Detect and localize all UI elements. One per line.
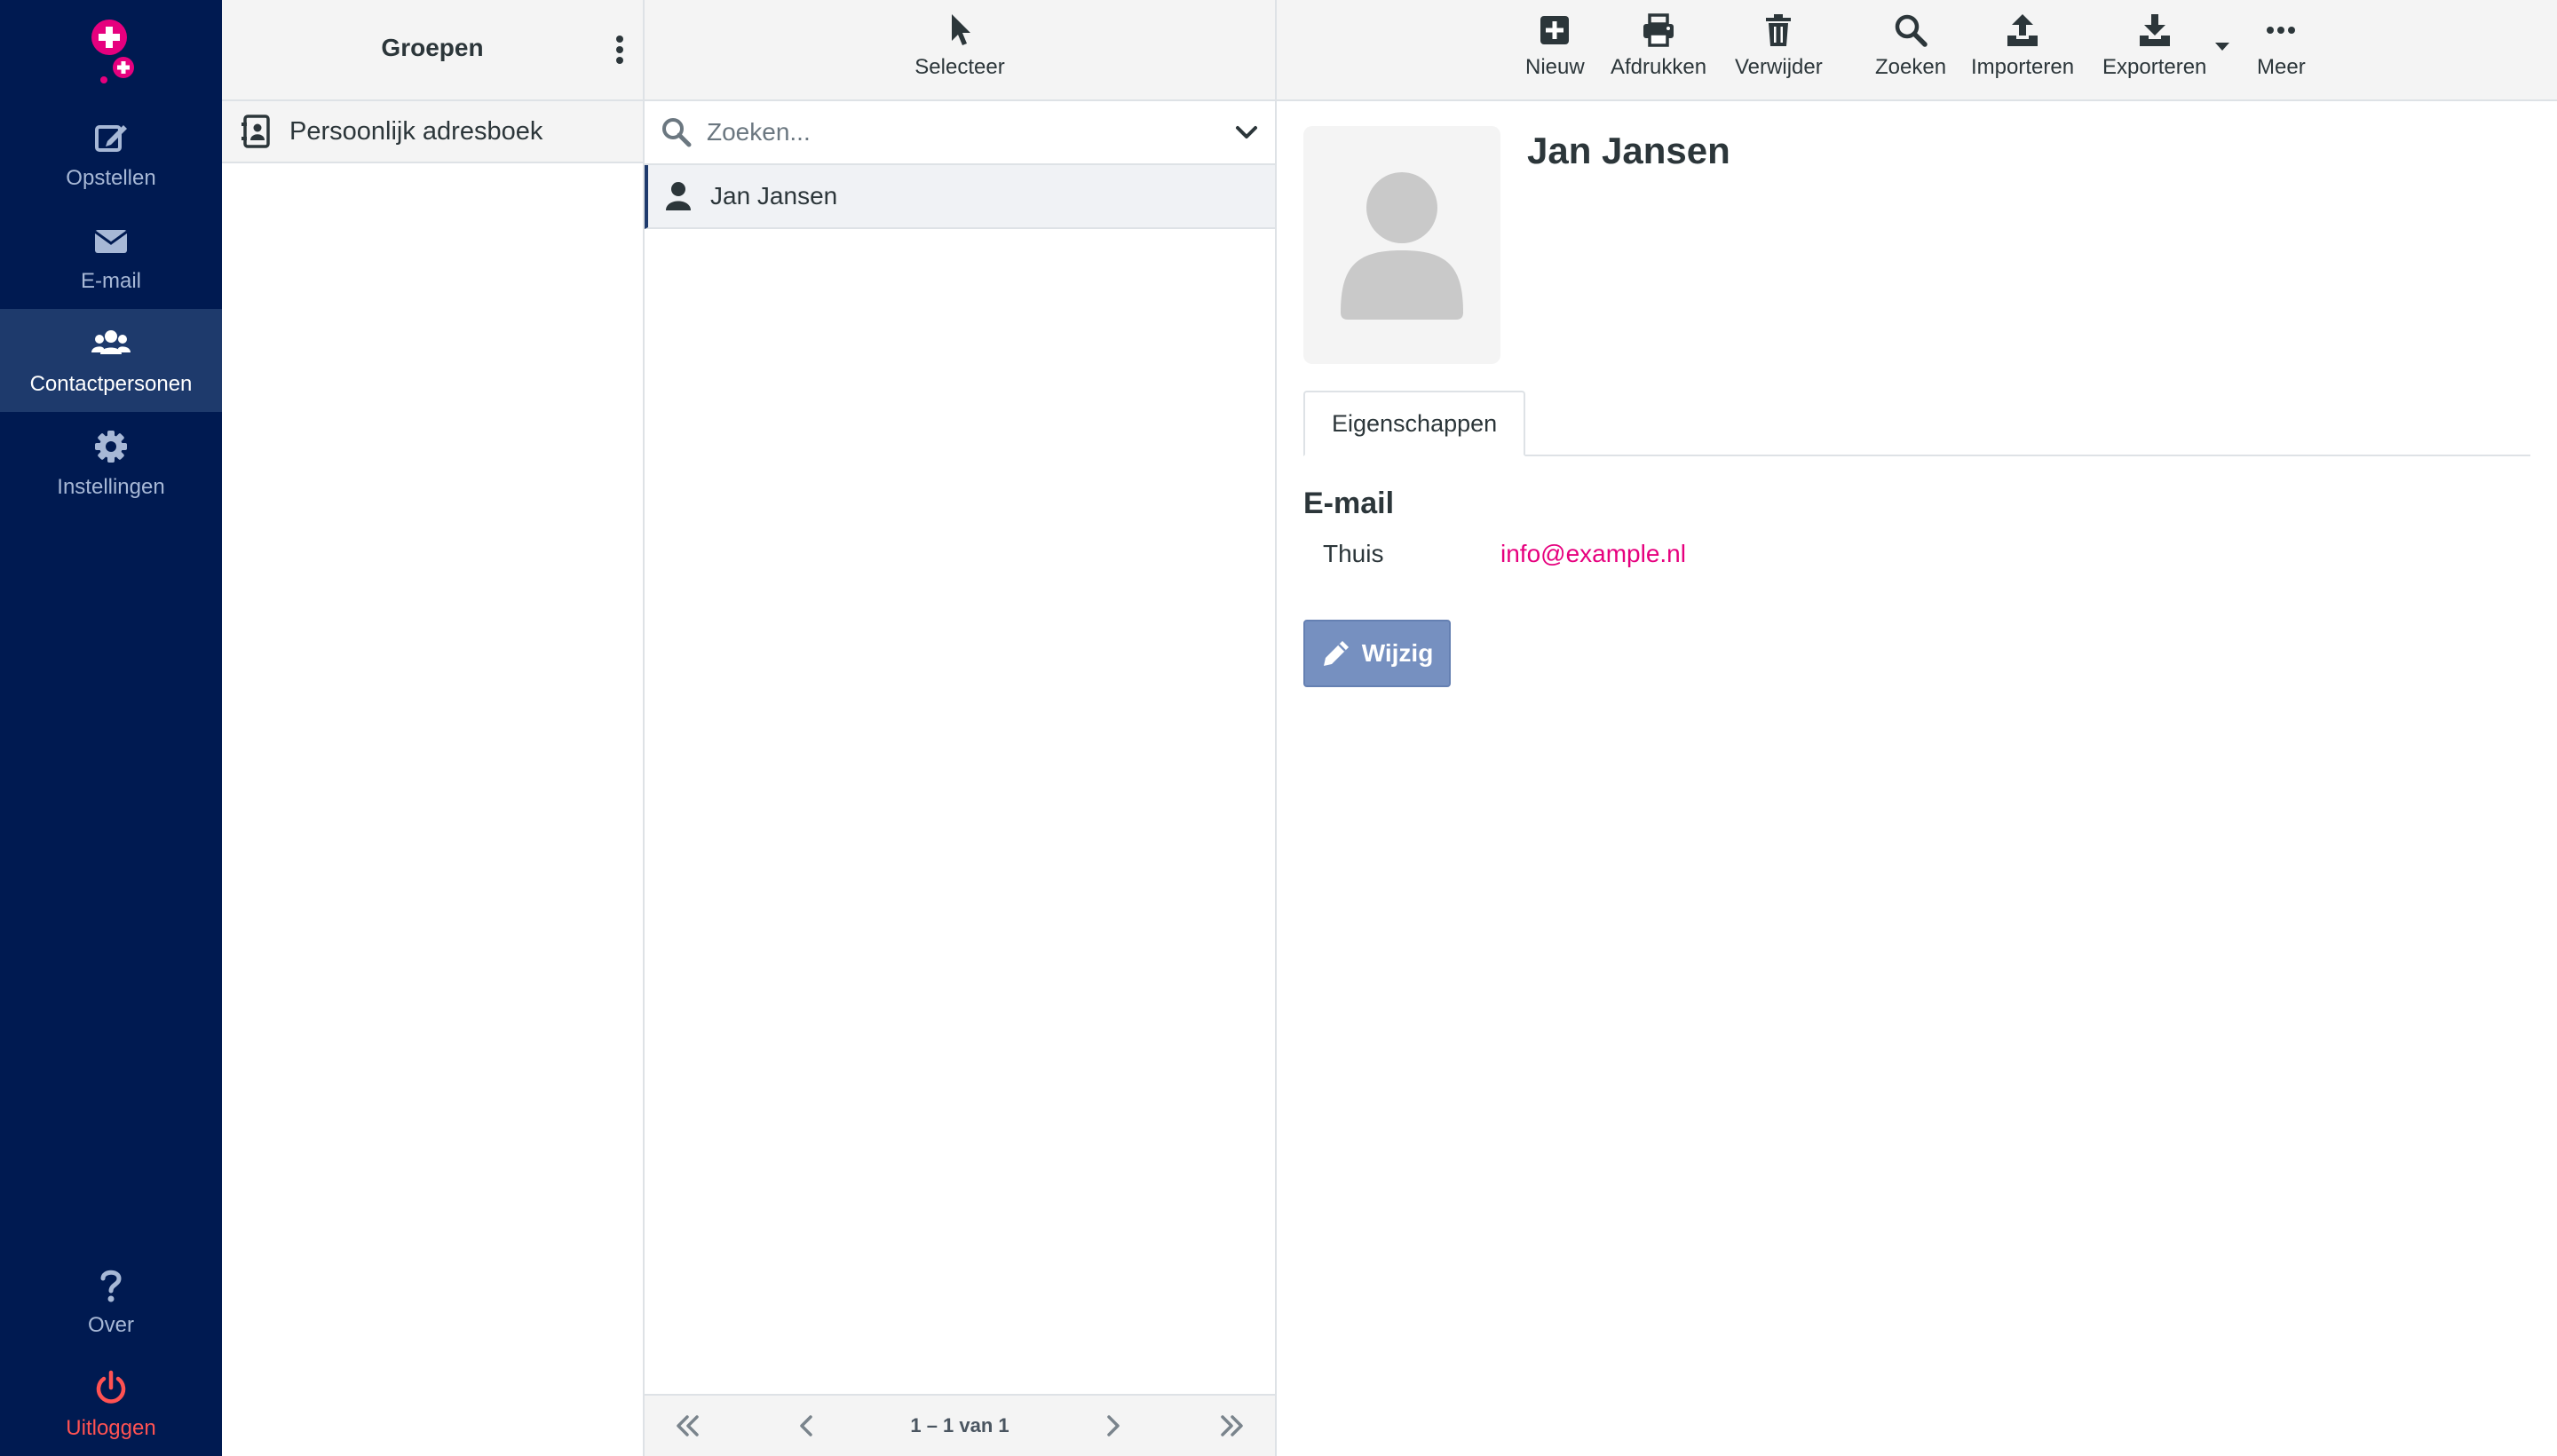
contact-details-panel: Nieuw Afdrukken Verwijder Zoeken Importe…: [1277, 0, 2557, 1456]
caret-down-icon[interactable]: [2213, 39, 2232, 53]
printer-icon: [1643, 13, 1674, 47]
pager-label: 1 – 1 van 1: [910, 1414, 1009, 1436]
contact-photo: [1303, 126, 1500, 364]
export-button[interactable]: Exporteren: [2102, 12, 2206, 80]
delete-label: Verwijder: [1735, 55, 1823, 79]
last-page-icon[interactable]: [1216, 1410, 1248, 1442]
tab-properties[interactable]: Eigenschappen: [1303, 391, 1526, 456]
nav-email[interactable]: E-mail: [0, 206, 222, 309]
nav-email-label: E-mail: [80, 269, 141, 293]
logo: [91, 20, 134, 83]
first-page-icon[interactable]: [671, 1410, 703, 1442]
select-label: Selecteer: [914, 55, 1005, 79]
nav-compose-label: Opstellen: [66, 166, 156, 190]
question-icon: [100, 1270, 122, 1302]
nav-settings[interactable]: Instellingen: [0, 412, 222, 515]
main-navigation: Opstellen E-mail Contactpersonen Instell…: [0, 0, 222, 1456]
nav-logout-label: Uitloggen: [66, 1416, 156, 1440]
nav-logout[interactable]: Uitloggen: [0, 1353, 222, 1456]
email-link[interactable]: info@example.nl: [1500, 540, 1686, 568]
compose-icon: [95, 125, 127, 152]
chevron-down-icon[interactable]: [1234, 120, 1259, 145]
nav-about-label: Over: [87, 1313, 134, 1337]
power-icon: [96, 1370, 126, 1404]
nav-contacts[interactable]: Contactpersonen: [0, 309, 222, 412]
previous-page-icon[interactable]: [791, 1410, 823, 1442]
envelope-icon: [94, 230, 128, 253]
download-icon: [2139, 14, 2170, 46]
nav-about[interactable]: Over: [0, 1250, 222, 1353]
contacts-panel: Selecteer Jan Jansen 1 – 1 van 1: [645, 0, 1277, 1456]
trash-icon: [1766, 14, 1792, 46]
new-button[interactable]: Nieuw: [1525, 12, 1585, 80]
addressbook-icon: [241, 115, 270, 148]
more-button[interactable]: Meer: [2257, 12, 2306, 80]
nav-settings-label: Instellingen: [57, 475, 165, 499]
search-icon: [1895, 14, 1928, 47]
upload-icon: [2007, 14, 2038, 46]
groups-panel: Groepen Persoonlijk adresboek: [222, 0, 645, 1456]
contact-list-item[interactable]: Jan Jansen: [645, 165, 1275, 229]
print-label: Afdrukken: [1611, 55, 1707, 79]
email-section-heading: E-mail: [1303, 487, 1395, 520]
next-page-icon[interactable]: [1096, 1410, 1128, 1442]
export-label: Exporteren: [2102, 55, 2207, 79]
contact-name-heading: Jan Jansen: [1527, 130, 1730, 171]
person-icon: [666, 182, 691, 210]
toolbar: Nieuw Afdrukken Verwijder Zoeken Importe…: [1277, 0, 2557, 101]
kebab-menu-icon[interactable]: [609, 32, 630, 67]
more-label: Meer: [2257, 55, 2306, 79]
groups-title: Groepen: [381, 34, 484, 61]
import-button[interactable]: Importeren: [1971, 12, 2074, 80]
pencil-icon: [1323, 641, 1349, 666]
edit-label: Wijzig: [1361, 639, 1434, 667]
gear-icon: [95, 431, 127, 463]
nav-contacts-label: Contactpersonen: [29, 372, 193, 396]
search-input[interactable]: [707, 118, 1234, 146]
cursor-icon: [952, 14, 970, 45]
search-button[interactable]: Zoeken: [1875, 12, 1946, 80]
plus-square-icon: [1540, 16, 1570, 44]
nav-compose[interactable]: Opstellen: [0, 103, 222, 206]
import-label: Importeren: [1971, 55, 2075, 79]
search-icon: [662, 118, 692, 147]
tab-bar: Eigenschappen: [1303, 391, 2530, 456]
select-button[interactable]: Selecteer: [645, 12, 1275, 80]
contact-name-label: Jan Jansen: [710, 182, 838, 210]
new-label: Nieuw: [1525, 55, 1585, 79]
delete-button[interactable]: Verwijder: [1735, 12, 1823, 80]
ellipsis-icon: [2267, 27, 2296, 34]
avatar-placeholder-icon: [1341, 172, 1463, 320]
users-icon: [91, 330, 131, 354]
email-type-label: Thuis: [1323, 540, 1384, 567]
addressbook-item[interactable]: Persoonlijk adresboek: [222, 101, 643, 163]
pagination: 1 – 1 van 1: [645, 1394, 1275, 1456]
edit-button[interactable]: Wijzig: [1303, 620, 1451, 687]
search-bar: [645, 101, 1275, 165]
contacts-header: Selecteer: [645, 0, 1275, 101]
search-label: Zoeken: [1875, 55, 1947, 79]
groups-header: Groepen: [222, 0, 643, 101]
print-button[interactable]: Afdrukken: [1611, 12, 1706, 80]
addressbook-label: Persoonlijk adresboek: [289, 116, 543, 146]
